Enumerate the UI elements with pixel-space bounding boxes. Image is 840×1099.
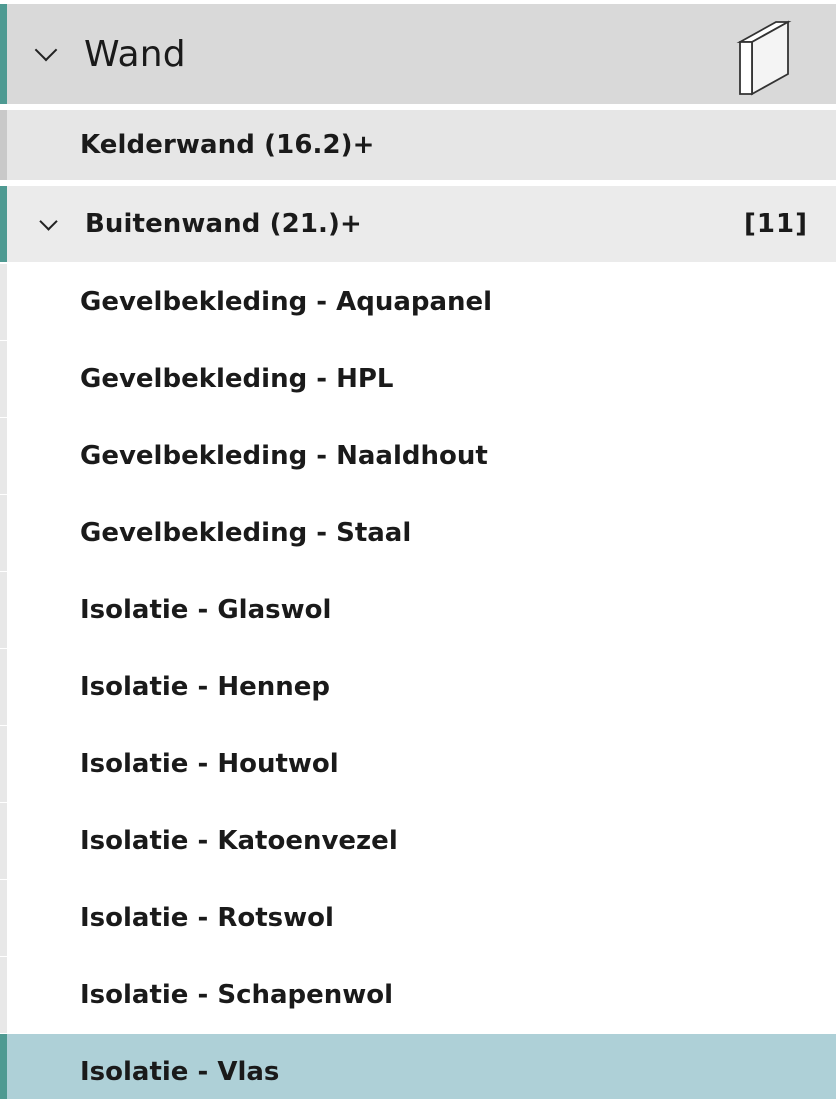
- chevron-down-icon[interactable]: [34, 38, 58, 62]
- group-kelderwand[interactable]: Kelderwand (16.2)+: [0, 110, 836, 180]
- item-indent-bar: [0, 803, 7, 879]
- chevron-down-icon[interactable]: [39, 211, 58, 231]
- item-indent-bar: [0, 341, 7, 417]
- group-buitenwand[interactable]: Buitenwand (21.)+ [11]: [0, 186, 836, 262]
- list-item-label: Isolatie - Glaswol: [80, 595, 332, 625]
- list-item-label: Isolatie - Houtwol: [80, 749, 339, 779]
- wall-panel-icon: [736, 20, 792, 96]
- category-title: Wand: [84, 33, 186, 75]
- list-item[interactable]: Isolatie - Katoenvezel: [0, 803, 836, 879]
- list-item-label: Isolatie - Hennep: [80, 672, 330, 702]
- list-item[interactable]: Gevelbekleding - Staal: [0, 495, 836, 571]
- group-accent-bar: [0, 186, 7, 262]
- group-items-list: Gevelbekleding - Aquapanel Gevelbekledin…: [0, 264, 836, 1099]
- item-indent-bar: [0, 495, 7, 571]
- item-selected-bar: [0, 1034, 7, 1099]
- item-indent-bar: [0, 264, 7, 340]
- item-indent-bar: [0, 649, 7, 725]
- item-indent-bar: [0, 957, 7, 1033]
- group-label: Kelderwand (16.2)+: [80, 130, 375, 160]
- category-header-wand[interactable]: Wand: [0, 4, 836, 104]
- list-item[interactable]: Gevelbekleding - HPL: [0, 341, 836, 417]
- list-item-label: Gevelbekleding - Aquapanel: [80, 287, 493, 317]
- list-item[interactable]: Gevelbekleding - Aquapanel: [0, 264, 836, 340]
- list-item-label: Isolatie - Katoenvezel: [80, 826, 398, 856]
- list-item[interactable]: Isolatie - Glaswol: [0, 572, 836, 648]
- list-item[interactable]: Isolatie - Schapenwol: [0, 957, 836, 1033]
- category-accent-bar: [0, 4, 7, 104]
- list-item-label: Gevelbekleding - Staal: [80, 518, 412, 548]
- list-item-label: Gevelbekleding - HPL: [80, 364, 394, 394]
- group-item-count: [11]: [744, 209, 808, 239]
- list-item[interactable]: Gevelbekleding - Naaldhout: [0, 418, 836, 494]
- list-item-selected[interactable]: Isolatie - Vlas: [0, 1034, 836, 1099]
- item-indent-bar: [0, 726, 7, 802]
- item-indent-bar: [0, 572, 7, 648]
- material-tree-panel: Wand Kelderwand (16.2)+ Buitenwand (21.)…: [0, 0, 840, 1099]
- group-label: Buitenwand (21.)+: [85, 209, 362, 239]
- list-item[interactable]: Isolatie - Houtwol: [0, 726, 836, 802]
- list-item-label: Isolatie - Rotswol: [80, 903, 334, 933]
- list-item-label: Isolatie - Vlas: [80, 1057, 280, 1087]
- list-item-label: Isolatie - Schapenwol: [80, 980, 394, 1010]
- item-indent-bar: [0, 880, 7, 956]
- list-item-label: Gevelbekleding - Naaldhout: [80, 441, 488, 471]
- item-indent-bar: [0, 418, 7, 494]
- list-item[interactable]: Isolatie - Rotswol: [0, 880, 836, 956]
- group-accent-bar: [0, 110, 7, 180]
- list-item[interactable]: Isolatie - Hennep: [0, 649, 836, 725]
